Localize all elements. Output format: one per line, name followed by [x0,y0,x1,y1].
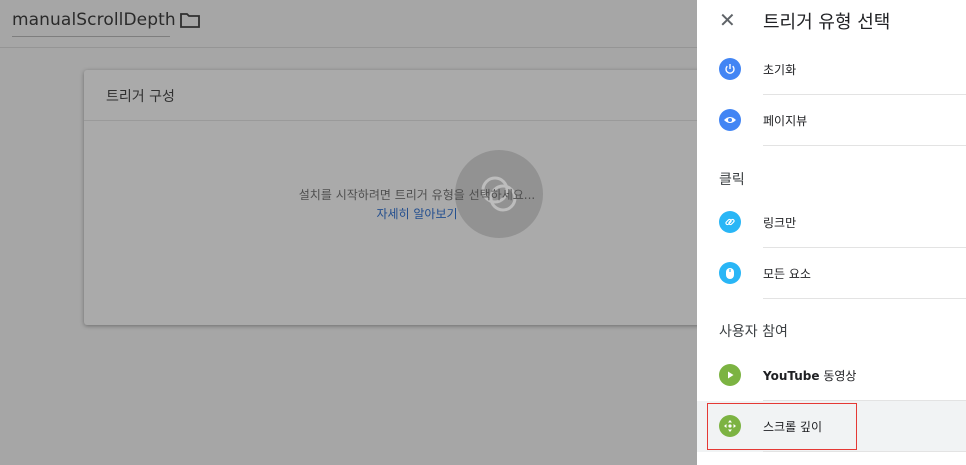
section-click: 클릭 [719,172,745,188]
eye-icon [719,109,741,131]
top-bar: manualScrollDepth [0,0,697,48]
power-icon [719,58,741,80]
item-label: 페이지뷰 [763,114,808,128]
divider [763,451,966,452]
trigger-name-field[interactable]: manualScrollDepth [12,10,176,30]
item-label: 초기화 [763,63,797,77]
close-icon[interactable]: ✕ [719,10,739,30]
item-label-rest: 동영상 [819,369,857,383]
trigger-type-all-elements[interactable]: 모든 요소 [697,248,966,299]
divider [763,145,966,146]
panel-title: 트리거 유형 선택 [763,12,891,33]
trigger-type-panel: ✕ 트리거 유형 선택 초기화 페이지뷰 클릭 링크만 모든 요소 사용자 참여… [697,0,966,465]
folder-icon[interactable] [180,12,200,28]
item-label: YouTube 동영상 [763,367,856,384]
link-icon [719,211,741,233]
card-title: 트리거 구성 [106,89,175,105]
trigger-type-link-only[interactable]: 링크만 [697,197,966,248]
item-label: 링크만 [763,216,797,230]
trigger-type-youtube-video[interactable]: YouTube 동영상 [697,350,966,401]
background-app: manualScrollDepth 트리거 구성 설치를 시작하려면 트리거 유… [0,0,724,465]
play-icon [719,364,741,386]
selection-highlight-box [707,403,857,450]
trigger-type-pageview[interactable]: 페이지뷰 [697,95,966,146]
card-header: 트리거 구성 [84,70,724,121]
section-user-engagement: 사용자 참여 [719,324,788,340]
trigger-type-initialization[interactable]: 초기화 [697,44,966,95]
trigger-name-underline [12,36,170,37]
item-label-bold: YouTube [763,369,820,383]
divider [763,298,966,299]
item-label: 모든 요소 [763,267,811,281]
mouse-icon [719,262,741,284]
